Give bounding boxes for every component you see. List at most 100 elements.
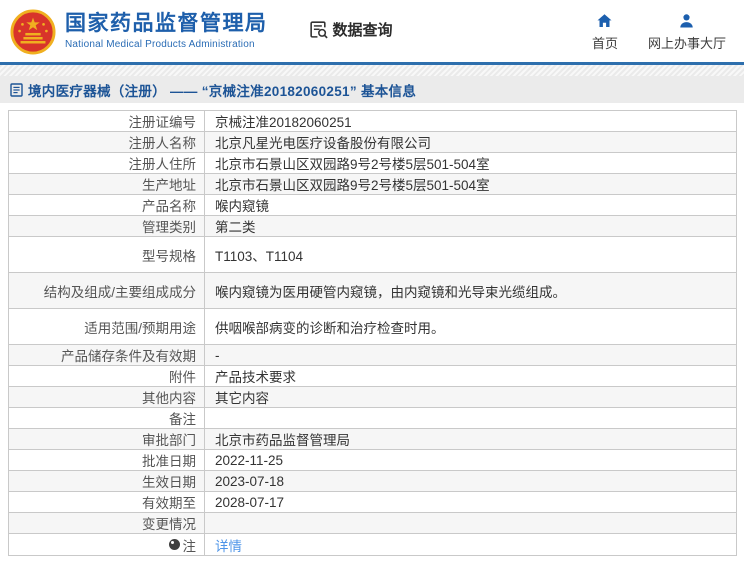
table-row: 注册人住所 北京市石景山区双园路9号2号楼5层501-504室 [9, 153, 736, 174]
row-value-text: 北京市药品监督管理局 [215, 433, 350, 448]
row-label-text: 结构及组成/主要组成成分 [43, 284, 196, 300]
row-label: 注册证编号 [9, 111, 205, 131]
data-query-label: 数据查询 [332, 21, 393, 39]
row-value-text: 北京市石景山区双园路9号2号楼5层501-504室 [215, 178, 490, 193]
row-value: 详情 [205, 534, 736, 555]
row-label-text: 其他内容 [142, 391, 196, 406]
row-label-text: 附件 [169, 370, 196, 385]
table-row: 有效期至 2028-07-17 [9, 492, 736, 513]
info-table: 注册证编号 京械注准20182060251 注册人名称 北京凡星光电医疗设备股份有限公… [8, 110, 737, 556]
row-label-text: 产品名称 [142, 199, 196, 214]
top-nav: 首页 网上办事大厅 [592, 11, 726, 52]
row-label-text: 注册证编号 [128, 115, 197, 130]
table-row: 产品储存条件及有效期 - [9, 345, 736, 366]
table-row: 其他内容 其它内容 [9, 387, 736, 408]
row-value-text: 2022-11-25 [215, 452, 284, 468]
row-value: - [205, 345, 736, 365]
row-label-text: 备注 [169, 412, 196, 427]
row-value: 喉内窥镜 [205, 195, 736, 215]
row-label: 产品名称 [9, 195, 205, 215]
row-label: 注 [9, 534, 205, 555]
row-label: 其他内容 [9, 387, 205, 407]
nav-item-service-hall[interactable]: 网上办事大厅 [648, 11, 726, 52]
row-value: 其它内容 [205, 387, 736, 407]
row-value: 2028-07-17 [205, 492, 736, 512]
row-label-text: 管理类别 [142, 220, 196, 235]
row-label-text: 批准日期 [142, 454, 196, 469]
row-value-text: 产品技术要求 [215, 370, 296, 385]
hatched-strip [0, 65, 744, 76]
row-value: 北京市药品监督管理局 [205, 429, 736, 449]
row-value-text: 2023-07-18 [215, 473, 285, 489]
row-value: 供咽喉部病变的诊断和治疗检查时用。 [205, 309, 736, 344]
table-row: 产品名称 喉内窥镜 [9, 195, 736, 216]
data-query-button[interactable]: 数据查询 [308, 19, 393, 40]
row-value: 北京市石景山区双园路9号2号楼5层501-504室 [205, 174, 736, 194]
nav-item-home[interactable]: 首页 [592, 11, 618, 52]
row-label: 审批部门 [9, 429, 205, 449]
row-value-text: T1103、T1104 [215, 249, 304, 264]
row-label: 结构及组成/主要组成成分 [9, 273, 205, 308]
row-value-text: 其它内容 [215, 391, 269, 406]
row-label-text: 注 [182, 538, 197, 554]
table-row: 适用范围/预期用途 供咽喉部病变的诊断和治疗检查时用。 [9, 309, 736, 345]
row-value-text: 第二类 [215, 220, 256, 235]
table-row: 变更情况 [9, 513, 736, 534]
row-label: 型号规格 [9, 237, 205, 272]
row-value: 产品技术要求 [205, 366, 736, 386]
row-value-text: 喉内窥镜 [215, 199, 269, 214]
table-row: 附件 产品技术要求 [9, 366, 736, 387]
row-value-text: 北京凡星光电医疗设备股份有限公司 [215, 136, 431, 151]
table-row: 批准日期 2022-11-25 [9, 450, 736, 471]
row-label: 产品储存条件及有效期 [9, 345, 205, 365]
row-value [205, 513, 736, 533]
table-row: 结构及组成/主要组成成分 喉内窥镜为医用硬管内窥镜，由内窥镜和光导束光缆组成。 [9, 273, 736, 309]
row-label: 适用范围/预期用途 [9, 309, 205, 344]
data-query-icon [309, 20, 328, 38]
row-value: 2022-11-25 [205, 450, 736, 470]
table-row: 注 详情 [9, 534, 736, 555]
row-label: 注册人名称 [9, 132, 205, 152]
row-label-text: 生效日期 [142, 475, 196, 490]
table-row: 注册人名称 北京凡星光电医疗设备股份有限公司 [9, 132, 736, 153]
row-value: 喉内窥镜为医用硬管内窥镜，由内窥镜和光导束光缆组成。 [205, 273, 736, 308]
row-value [205, 408, 736, 428]
site-logo[interactable]: 国家药品监督管理局 National Medical Products Admi… [10, 7, 268, 55]
row-label: 管理类别 [9, 216, 205, 236]
org-name-cn: 国家药品监督管理局 [65, 12, 268, 36]
row-value: 北京凡星光电医疗设备股份有限公司 [205, 132, 736, 152]
row-label: 注册人住所 [9, 153, 205, 173]
row-label-text: 变更情况 [142, 517, 196, 532]
home-icon [597, 13, 612, 27]
row-label: 变更情况 [9, 513, 205, 533]
row-value: 北京市石景山区双园路9号2号楼5层501-504室 [205, 153, 736, 173]
row-value-text: 2028-07-17 [215, 494, 285, 510]
table-row: 审批部门 北京市药品监督管理局 [9, 429, 736, 450]
row-label: 生效日期 [9, 471, 205, 491]
national-emblem-icon [10, 9, 56, 55]
breadcrumb: 境内医疗器械（注册） —— “京械注准20182060251” 基本信息 [0, 76, 744, 103]
row-value: 京械注准20182060251 [205, 111, 736, 131]
row-value-text: 京械注准20182060251 [215, 115, 352, 130]
row-label: 批准日期 [9, 450, 205, 470]
row-value-text: 北京市石景山区双园路9号2号楼5层501-504室 [215, 157, 490, 172]
row-label-text: 有效期至 [142, 496, 196, 511]
row-value: T1103、T1104 [205, 237, 736, 272]
row-label: 附件 [9, 366, 205, 386]
table-row: 型号规格 T1103、T1104 [9, 237, 736, 273]
table-row: 管理类别 第二类 [9, 216, 736, 237]
nav-item-label: 首页 [591, 35, 618, 51]
breadcrumb-text: 境内医疗器械（注册） —— “京械注准20182060251” 基本信息 [28, 83, 417, 99]
document-icon [10, 82, 23, 97]
row-label: 有效期至 [9, 492, 205, 512]
row-label-text: 适用范围/预期用途 [84, 320, 196, 336]
table-row: 生效日期 2023-07-18 [9, 471, 736, 492]
detail-link[interactable]: 详情 [215, 535, 242, 555]
org-name-en: National Medical Products Administration [65, 38, 255, 50]
row-label: 生产地址 [9, 174, 205, 194]
row-value: 第二类 [205, 216, 736, 236]
table-row: 注册证编号 京械注准20182060251 [9, 111, 736, 132]
row-label-text: 审批部门 [142, 433, 196, 448]
row-label-text: 型号规格 [142, 248, 196, 264]
row-label-text: 产品储存条件及有效期 [61, 349, 196, 364]
